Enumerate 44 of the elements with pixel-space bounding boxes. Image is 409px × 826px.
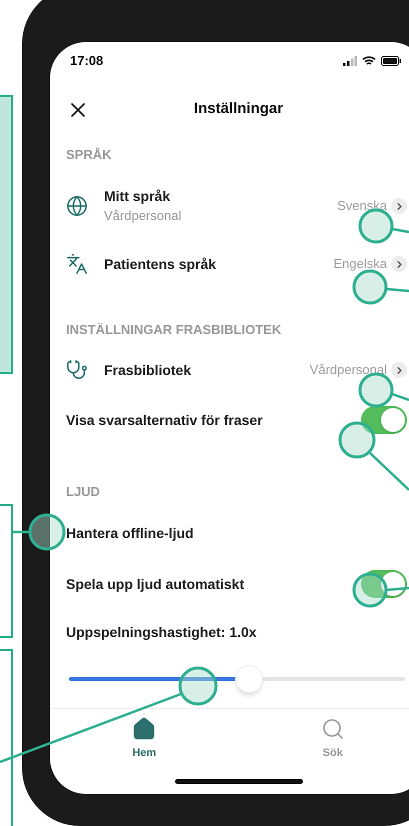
search-icon — [320, 717, 345, 742]
row-label: Mitt språk — [104, 187, 172, 206]
settings-row[interactable]: Patientens språk Engelska — [66, 244, 407, 284]
translate-icon — [66, 253, 88, 276]
leader-line — [392, 392, 409, 402]
annotation-marker — [178, 666, 218, 706]
section-title: INSTÄLLNINGAR FRASBIBLIOTEK — [66, 321, 282, 340]
leader-line — [386, 288, 409, 292]
annotation-marker — [352, 270, 388, 304]
row-label: Frasbibliotek — [104, 361, 192, 380]
row-value: Svenska — [337, 197, 387, 216]
annotation-marker — [352, 572, 388, 608]
annotation-marker — [28, 514, 66, 550]
row-sublabel: Vårdpersonal — [104, 207, 182, 226]
chevron-icon — [391, 362, 407, 378]
row-label: Spela upp ljud automatiskt — [66, 574, 244, 594]
screen-title: Inställningar — [194, 99, 284, 120]
section-title: LJUD — [66, 483, 100, 502]
slider-thumb[interactable] — [235, 665, 263, 694]
globe-icon — [66, 195, 88, 218]
home-icon — [132, 717, 156, 742]
stethoscope-icon — [66, 359, 88, 382]
settings-row[interactable]: Mitt språk Vårdpersonal Svenska — [66, 168, 407, 244]
tab-bar-item[interactable]: Hem — [50, 717, 238, 764]
row-value: Vårdpersonal — [310, 361, 387, 380]
row-label: Patientens språk — [104, 255, 216, 274]
section-title: SPRÅK — [66, 146, 112, 164]
row-value: Engelska — [334, 255, 387, 274]
leader-line — [12, 530, 30, 534]
leader-line — [369, 452, 409, 491]
chevron-icon — [391, 256, 407, 272]
annotation-marker — [338, 422, 376, 458]
chevron-icon — [391, 198, 407, 214]
leader-line — [392, 228, 409, 234]
row-label: Visa svarsalternativ för fraser — [66, 410, 263, 430]
toggle-switch[interactable] — [361, 406, 407, 434]
status-icons — [343, 56, 401, 66]
row-label[interactable]: Hantera offline-ljud — [66, 522, 194, 544]
annotation-marker — [358, 208, 394, 244]
toggle-switch[interactable] — [361, 570, 407, 598]
leader-line — [386, 586, 409, 592]
settings-row[interactable]: Frasbibliotek Vårdpersonal — [66, 350, 407, 390]
row-label: Uppspelningshastighet: 1.0x — [66, 622, 257, 642]
status-time: 17:08 — [70, 52, 104, 70]
